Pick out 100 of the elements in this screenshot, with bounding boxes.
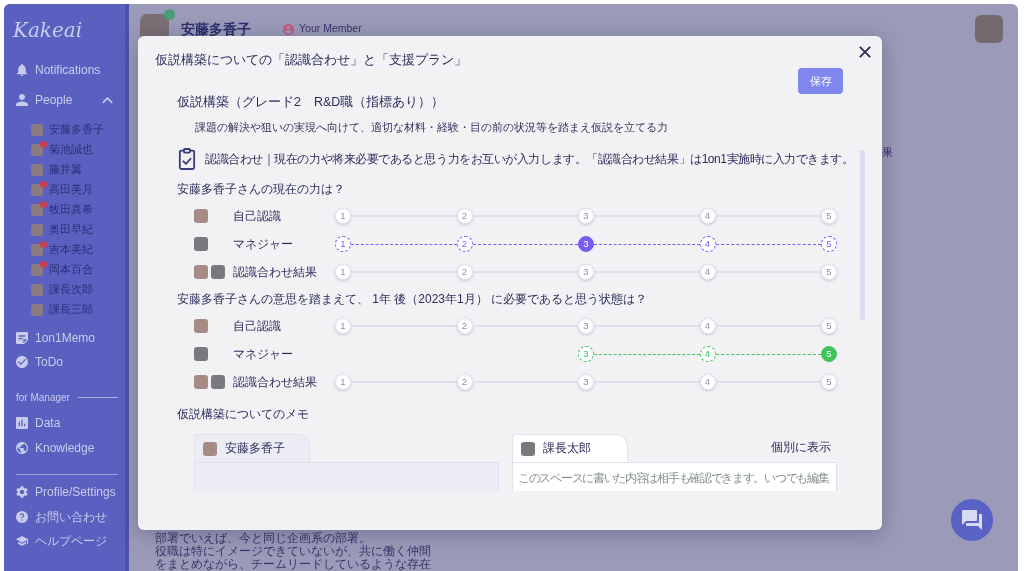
- logo: Kakeai: [11, 17, 83, 44]
- section-label: for Manager: [16, 390, 70, 405]
- author-name: 安藤多香子: [225, 440, 285, 456]
- chat-button[interactable]: [951, 499, 993, 541]
- skill-description: 課題の解決や狙いの実現へ向けて、適切な材料・経験・目の前の状況等を踏まえ仮説を立てる力: [195, 120, 668, 135]
- rating-point[interactable]: 4: [699, 208, 716, 224]
- background-text: 果: [882, 146, 893, 158]
- rating-point[interactable]: 4: [699, 264, 716, 280]
- role-label: Your Member: [299, 21, 362, 37]
- nav-link[interactable]: Data: [4, 410, 125, 435]
- scrollbar-thumb[interactable]: [860, 150, 865, 320]
- avatar-photo: [31, 204, 43, 216]
- profile-name: 安藤多香子: [181, 19, 251, 39]
- avatar-photo: [31, 284, 43, 296]
- avatar-photo: [31, 264, 43, 276]
- person-link[interactable]: 課長次郎: [4, 280, 125, 300]
- memo-title: 仮説構築についてのメモ: [177, 406, 309, 422]
- person-link[interactable]: 藤井翼: [4, 160, 125, 180]
- rater-label: マネジャー: [233, 236, 294, 253]
- rating-point[interactable]: 3: [578, 264, 594, 280]
- avatar-photo: [194, 319, 208, 333]
- avatar-photo: [203, 441, 217, 456]
- avatar-photo: [194, 237, 208, 251]
- rating-point[interactable]: 5: [821, 346, 837, 362]
- person-link[interactable]: 岡本百合: [4, 260, 125, 280]
- rating-point[interactable]: 5: [821, 374, 837, 390]
- avatar-photo: [31, 244, 43, 256]
- bar-chart-icon: [16, 416, 28, 429]
- nav-link[interactable]: 1on1Memo: [4, 326, 125, 350]
- memo-field[interactable]: このスペースに書いた内容は相手も確認できます。いつでも編集: [512, 462, 837, 491]
- person-icon: [16, 94, 28, 106]
- dialog-title: 仮説構築についての「認識合わせ」と「支援プラン」: [155, 52, 467, 68]
- avatar-photo: [194, 347, 208, 361]
- chat-icon: [962, 510, 982, 530]
- help-icon: [16, 510, 28, 523]
- note-icon: [16, 332, 28, 344]
- rating-point[interactable]: 3: [578, 236, 594, 252]
- rating-point[interactable]: 1: [335, 264, 351, 280]
- rating-point[interactable]: 3: [578, 208, 594, 224]
- close-button[interactable]: [859, 46, 871, 58]
- nav-link[interactable]: People: [4, 85, 125, 115]
- person-link[interactable]: 菊池誠也: [4, 140, 125, 160]
- avatar-photo: [31, 304, 43, 316]
- nav-link[interactable]: ToDo: [4, 350, 125, 374]
- rating-point[interactable]: 5: [821, 208, 837, 224]
- rater-label: 自己認識: [233, 208, 282, 225]
- settings-icon: [16, 486, 28, 499]
- rating-point[interactable]: 1: [335, 374, 351, 390]
- close-icon: [859, 46, 871, 58]
- rating-point[interactable]: 4: [699, 346, 716, 362]
- person-link[interactable]: 吉本美紀: [4, 240, 125, 260]
- person-link[interactable]: 高田美月: [4, 180, 125, 200]
- person-link[interactable]: 牧田真希: [4, 200, 125, 220]
- rating-point[interactable]: 4: [699, 318, 716, 334]
- skill-title: 仮説構築（グレード2 R&D職（指標あり））: [177, 94, 445, 110]
- avatar-photo: [975, 15, 1003, 43]
- person-link[interactable]: 安藤多香子: [4, 120, 125, 140]
- person-link[interactable]: 奥田早紀: [4, 220, 125, 240]
- rating-point[interactable]: 2: [456, 374, 473, 390]
- rating-point[interactable]: 4: [699, 236, 716, 252]
- avatar-photo: [31, 144, 43, 156]
- nav-link[interactable]: Profile/Settings: [4, 480, 125, 505]
- rating-point[interactable]: 2: [456, 264, 473, 280]
- rating-point[interactable]: 1: [335, 208, 351, 224]
- nav-link[interactable]: Notifications: [4, 55, 125, 85]
- question-text: 安藤多香子さんの現在の力は？: [177, 181, 345, 197]
- avatar-photo: [194, 265, 208, 279]
- note-text: 役職は特にイメージできていないが、共に働く仲間: [155, 545, 431, 558]
- avatar-photo: [31, 124, 43, 136]
- rating-point[interactable]: 5: [821, 236, 837, 252]
- avatar-photo: [211, 265, 225, 279]
- rating-point[interactable]: 3: [578, 346, 594, 362]
- rating-point[interactable]: 5: [821, 318, 837, 334]
- show-separately-link[interactable]: 個別に表示: [771, 439, 831, 457]
- nav-link[interactable]: お問い合わせ: [4, 504, 125, 529]
- avatar-photo: [31, 184, 43, 196]
- rating-point[interactable]: 3: [578, 318, 594, 334]
- rating-point[interactable]: 1: [335, 236, 351, 252]
- nav-link[interactable]: ヘルプページ: [4, 529, 125, 554]
- nav-link[interactable]: Knowledge: [4, 435, 125, 460]
- notice-text: 認識合わせ｜現在の力や将来必要であると思う力をお互いが入力します。「認識合わせ結果」は1on1実施時に入力できます。: [205, 151, 854, 168]
- avatar-photo: [194, 375, 208, 389]
- globe-icon: [16, 441, 28, 454]
- clipboard-check-icon: [178, 148, 196, 170]
- rating-point[interactable]: 4: [699, 374, 716, 390]
- avatar-photo: [211, 375, 225, 389]
- note-text: 部署でいえば、今と同じ企画系の部署。: [155, 532, 371, 545]
- save-button[interactable]: 保存: [798, 68, 843, 94]
- question-text: 安藤多香子さんの意思を踏まえて、 1年 後（2023年1月） に必要であると思う状態は？: [177, 291, 648, 307]
- rater-label: 認識合わせ結果: [233, 264, 318, 281]
- rating-point[interactable]: 2: [456, 318, 473, 334]
- rating-point[interactable]: 2: [456, 208, 473, 224]
- rater-label: 自己認識: [233, 318, 282, 335]
- rating-point[interactable]: 1: [335, 318, 351, 334]
- note-text: をまとめながら、チームリードしているような存在: [155, 558, 431, 571]
- rating-point[interactable]: 3: [578, 374, 594, 390]
- rating-point[interactable]: 5: [821, 264, 837, 280]
- rating-point[interactable]: 2: [456, 236, 473, 252]
- graduation-cap-icon: [16, 535, 28, 548]
- bell-icon: [16, 64, 28, 76]
